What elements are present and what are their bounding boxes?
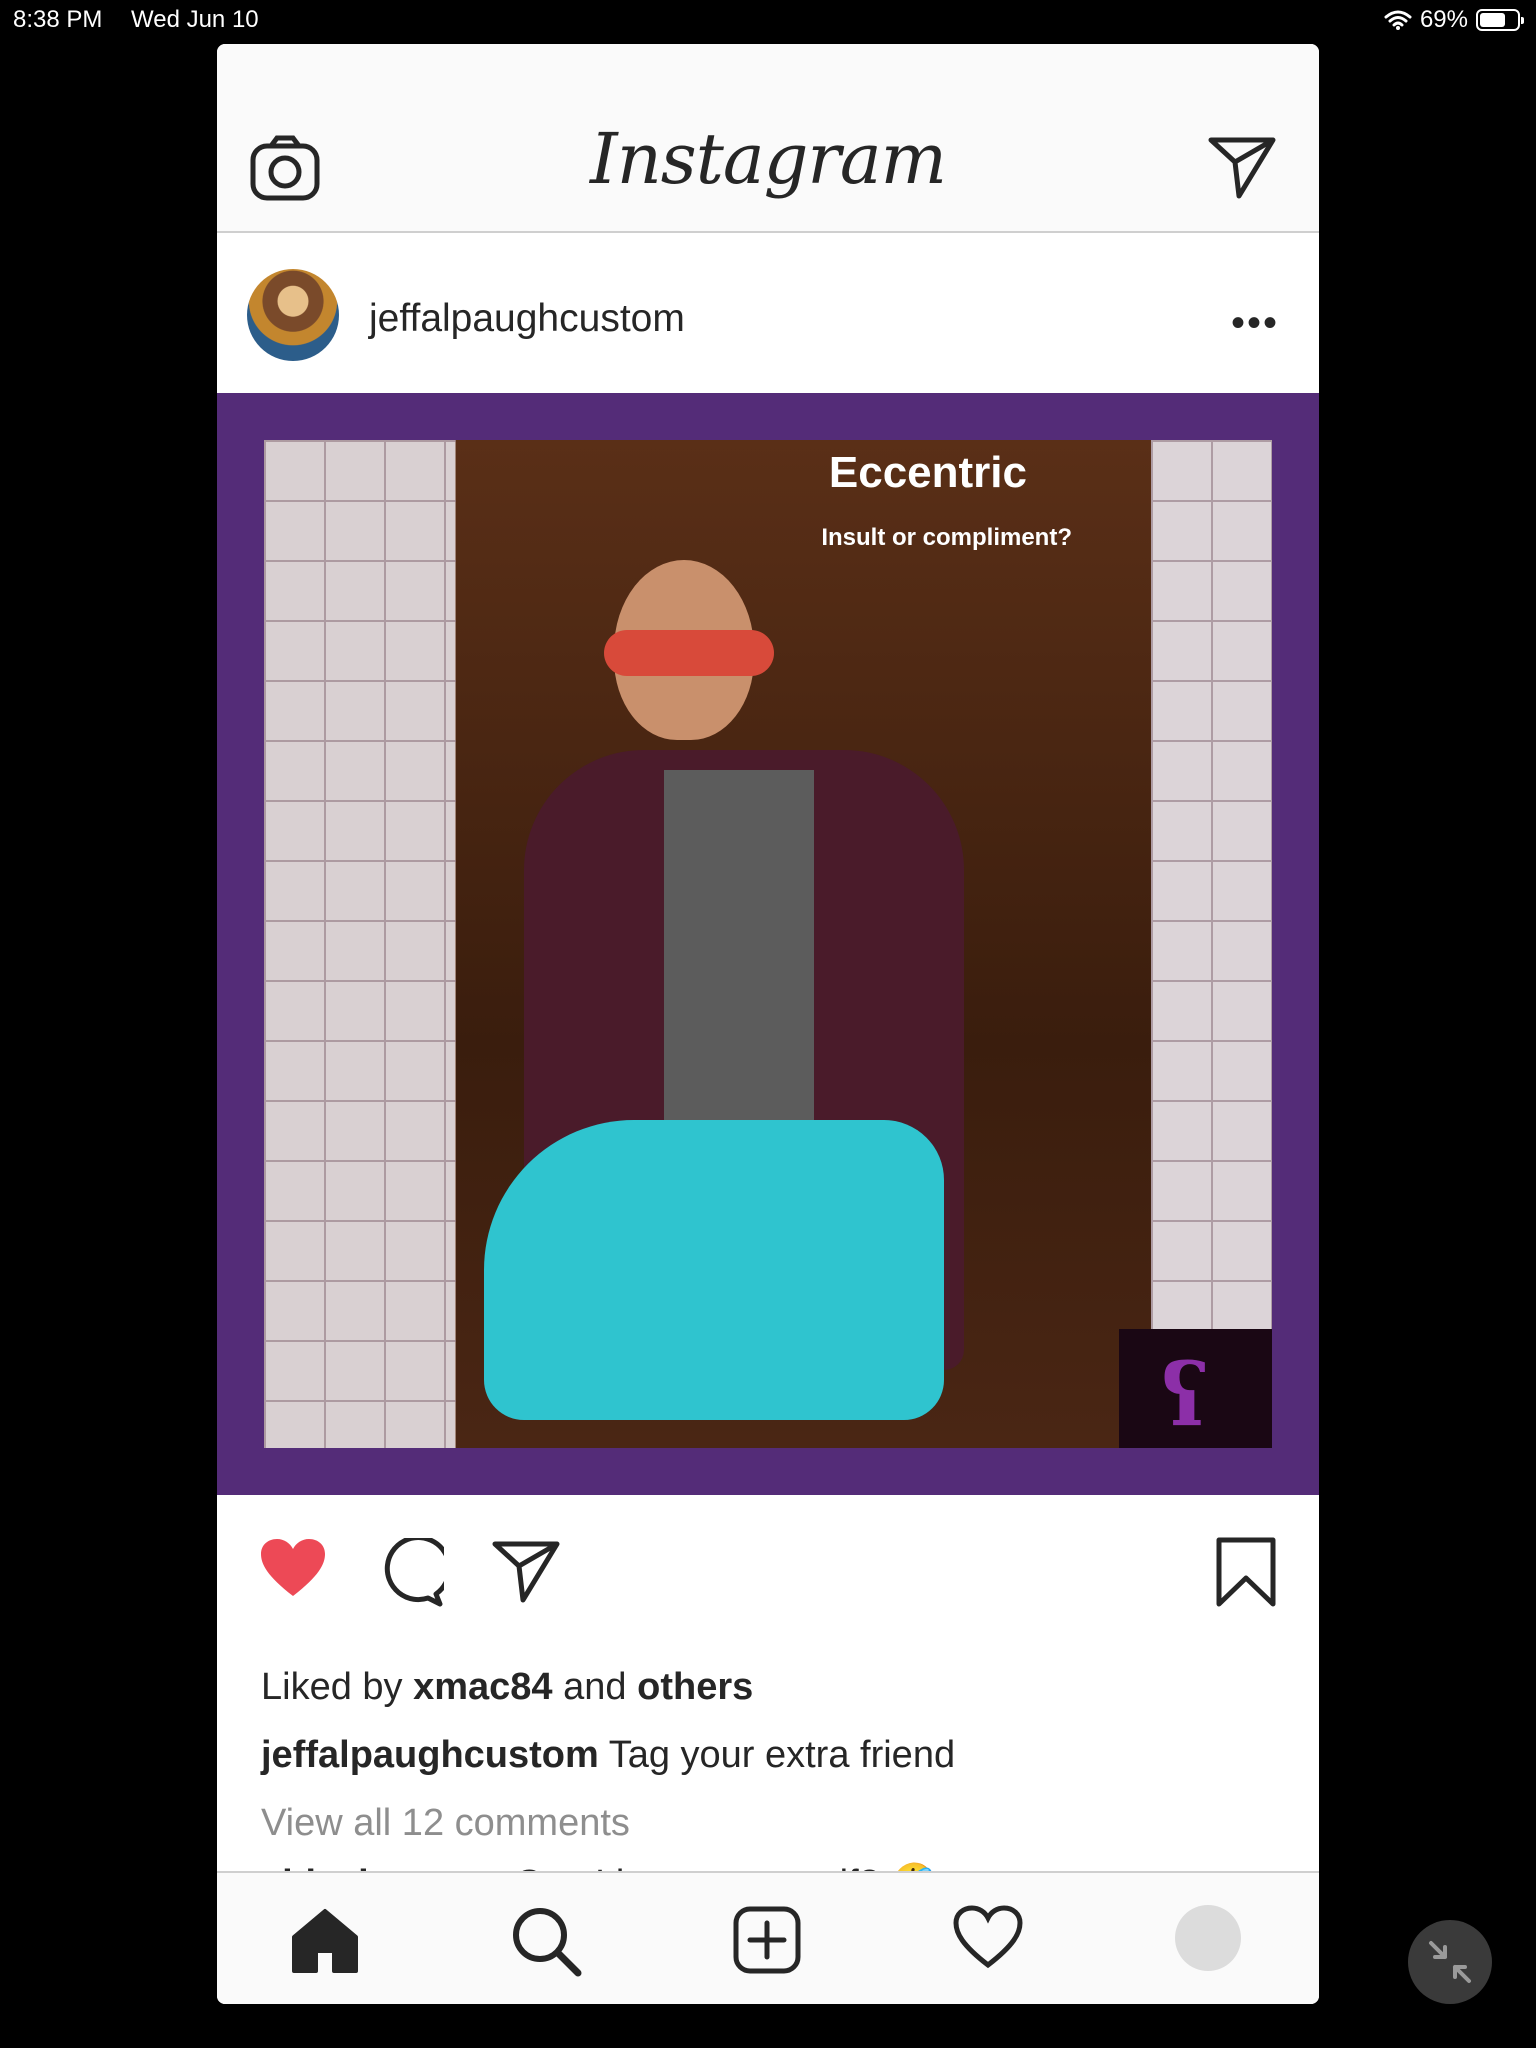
bookmark-icon[interactable] <box>1215 1536 1277 1608</box>
home-icon[interactable] <box>290 1905 360 1975</box>
battery-percent: 69% <box>1419 6 1468 33</box>
caption-text: Tag your extra friend <box>608 1734 956 1776</box>
likes-line: Liked by xmac84 and others <box>261 1666 753 1709</box>
post-actions <box>217 1528 1319 1608</box>
app-logo: Instagram <box>590 118 947 200</box>
image-subtitle: Insult or compliment? <box>821 524 1072 551</box>
liked-by-user[interactable]: xmac84 <box>413 1666 552 1708</box>
heart-outline-icon[interactable] <box>952 1905 1024 1969</box>
post-photo: Eccentric Insult or compliment? ʕ <box>264 440 1272 1448</box>
collapse-arrows-icon <box>1429 1941 1471 1983</box>
bottom-nav <box>217 1871 1319 2004</box>
post-username[interactable]: jeffalpaugh​custom <box>369 297 685 341</box>
image-title: Eccentric <box>828 448 1027 497</box>
battery-icon <box>1476 9 1524 31</box>
status-date: Wed Jun 10 <box>131 6 259 33</box>
instagram-window: Instagram jeffalpaugh​custom ••• Eccentr… <box>217 44 1319 2004</box>
caption-username[interactable]: jeffalpaughcustom <box>261 1734 599 1776</box>
brand-mark: ʕ <box>1161 1345 1209 1446</box>
minimize-button[interactable] <box>1408 1920 1492 2004</box>
more-dots-icon[interactable]: ••• <box>1231 301 1279 346</box>
search-icon[interactable] <box>510 1905 582 1977</box>
status-time: 8:38 PM <box>13 6 103 33</box>
liked-by-prefix: Liked by <box>261 1666 403 1708</box>
liked-by-others[interactable]: others <box>637 1666 753 1708</box>
post-image[interactable]: Eccentric Insult or compliment? ʕ <box>217 393 1319 1495</box>
direct-message-icon[interactable] <box>1207 136 1277 200</box>
comment-icon[interactable] <box>374 1538 444 1608</box>
figure-sunglasses <box>604 630 774 676</box>
top-bar: Instagram <box>217 44 1319 233</box>
tile-wall-right <box>1151 440 1272 1448</box>
avatar[interactable] <box>247 269 339 361</box>
battery-fill <box>1480 13 1505 27</box>
brand-badge: ʕ <box>1119 1329 1272 1448</box>
share-icon[interactable] <box>491 1540 561 1604</box>
status-bar: 8:38 PM Wed Jun 10 69% <box>0 0 1536 40</box>
add-post-icon[interactable] <box>732 1905 802 1975</box>
tile-wall-left <box>264 440 456 1448</box>
view-all-comments[interactable]: View all 12 comments <box>261 1802 630 1845</box>
person-figure <box>484 560 1004 1430</box>
figure-pants <box>484 1120 944 1420</box>
liked-by-and: and <box>563 1666 627 1708</box>
post-caption: jeffalpaughcustom Tag your extra friend <box>261 1734 955 1777</box>
wifi-icon <box>1384 10 1412 30</box>
profile-avatar-icon[interactable] <box>1175 1905 1241 1971</box>
status-right: 69% <box>1384 6 1524 34</box>
heart-icon[interactable] <box>257 1536 329 1600</box>
